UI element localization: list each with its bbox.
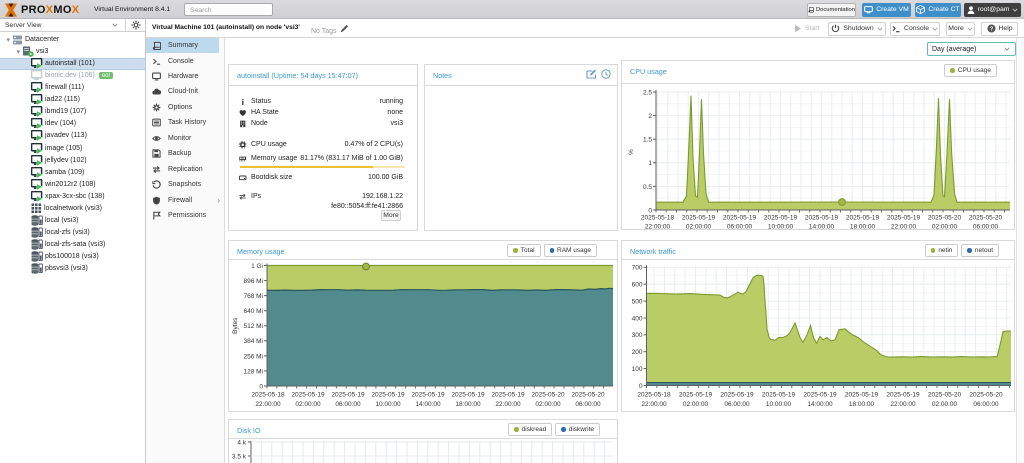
- svg-text:1 Gi: 1 Gi: [251, 263, 263, 270]
- svg-text:2025-05-20: 2025-05-20: [928, 215, 962, 222]
- svg-text:700: 700: [632, 265, 643, 272]
- svg-text:2025-05-18: 2025-05-18: [641, 215, 675, 222]
- svg-text:2025-05-19: 2025-05-19: [682, 215, 716, 222]
- svg-text:640 Mi: 640 Mi: [243, 308, 263, 315]
- svg-text:2025-05-19: 2025-05-19: [886, 392, 920, 399]
- svg-text:2025-05-19: 2025-05-19: [805, 215, 839, 222]
- svg-text:22:00:00: 22:00:00: [495, 401, 521, 408]
- svg-text:2: 2: [648, 113, 652, 120]
- svg-text:10:00:00: 10:00:00: [768, 224, 794, 231]
- svg-text:896 Mi: 896 Mi: [243, 278, 263, 285]
- svg-text:2025-05-19: 2025-05-19: [762, 392, 796, 399]
- svg-text:256 Mi: 256 Mi: [243, 353, 263, 360]
- svg-text:2025-05-19: 2025-05-19: [411, 392, 445, 399]
- svg-text:18:00:00: 18:00:00: [849, 401, 875, 408]
- svg-text:2025-05-19: 2025-05-19: [331, 392, 365, 399]
- svg-text:2025-05-20: 2025-05-20: [969, 392, 1003, 399]
- svg-text:%: %: [628, 149, 635, 155]
- svg-text:500: 500: [632, 299, 643, 306]
- svg-text:22:00:00: 22:00:00: [891, 224, 917, 231]
- svg-text:2025-05-19: 2025-05-19: [803, 392, 837, 399]
- svg-text:2025-05-19: 2025-05-19: [371, 392, 405, 399]
- svg-text:06:00:00: 06:00:00: [724, 401, 750, 408]
- svg-text:18:00:00: 18:00:00: [850, 224, 876, 231]
- svg-text:18:00:00: 18:00:00: [455, 401, 481, 408]
- svg-text:2025-05-19: 2025-05-19: [845, 392, 879, 399]
- svg-text:2025-05-18: 2025-05-18: [251, 392, 285, 399]
- svg-text:06:00:00: 06:00:00: [335, 401, 361, 408]
- svg-text:Bytes: Bytes: [232, 317, 239, 334]
- svg-text:2025-05-20: 2025-05-20: [969, 215, 1003, 222]
- svg-text:300: 300: [632, 332, 643, 339]
- svg-text:22:00:00: 22:00:00: [645, 224, 671, 231]
- svg-text:2025-05-20: 2025-05-20: [531, 392, 565, 399]
- svg-text:400: 400: [632, 315, 643, 322]
- svg-text:06:00:00: 06:00:00: [575, 401, 601, 408]
- svg-text:768 Mi: 768 Mi: [243, 293, 263, 300]
- svg-text:0.5: 0.5: [643, 184, 652, 191]
- svg-text:22:00:00: 22:00:00: [255, 401, 281, 408]
- svg-text:10:00:00: 10:00:00: [375, 401, 401, 408]
- svg-text:512 Mi: 512 Mi: [243, 323, 263, 330]
- svg-text:384 Mi: 384 Mi: [243, 338, 263, 345]
- svg-text:2025-05-19: 2025-05-19: [720, 392, 754, 399]
- svg-text:100: 100: [632, 366, 643, 373]
- svg-text:2025-05-19: 2025-05-19: [291, 392, 325, 399]
- svg-text:1: 1: [648, 160, 652, 167]
- svg-text:02:00:00: 02:00:00: [686, 224, 712, 231]
- svg-text:2025-05-20: 2025-05-20: [928, 392, 962, 399]
- svg-text:0: 0: [648, 207, 652, 214]
- svg-text:02:00:00: 02:00:00: [932, 401, 958, 408]
- svg-text:1.5: 1.5: [643, 137, 652, 144]
- svg-text:02:00:00: 02:00:00: [683, 401, 709, 408]
- svg-text:2025-05-20: 2025-05-20: [571, 392, 605, 399]
- svg-text:22:00:00: 22:00:00: [641, 401, 667, 408]
- svg-text:2025-05-19: 2025-05-19: [764, 215, 798, 222]
- svg-text:14:00:00: 14:00:00: [809, 224, 835, 231]
- svg-text:10:00:00: 10:00:00: [766, 401, 792, 408]
- svg-text:2025-05-19: 2025-05-19: [723, 215, 757, 222]
- svg-text:2.5: 2.5: [643, 89, 652, 96]
- svg-text:?: ?: [989, 27, 993, 33]
- svg-text:0: 0: [639, 383, 643, 390]
- svg-text:200: 200: [632, 349, 643, 356]
- svg-text:128 Mi: 128 Mi: [243, 368, 263, 375]
- svg-text:06:00:00: 06:00:00: [973, 401, 999, 408]
- svg-text:14:00:00: 14:00:00: [807, 401, 833, 408]
- svg-text:0: 0: [259, 383, 263, 390]
- svg-text:4 k: 4 k: [237, 440, 246, 447]
- svg-text:600: 600: [632, 282, 643, 289]
- svg-text:2025-05-19: 2025-05-19: [679, 392, 713, 399]
- svg-text:2025-05-19: 2025-05-19: [491, 392, 525, 399]
- svg-text:14:00:00: 14:00:00: [415, 401, 441, 408]
- svg-text:02:00:00: 02:00:00: [535, 401, 561, 408]
- svg-text:02:00:00: 02:00:00: [932, 224, 958, 231]
- svg-text:2025-05-18: 2025-05-18: [637, 392, 671, 399]
- svg-text:22:00:00: 22:00:00: [890, 401, 916, 408]
- svg-text:2025-05-19: 2025-05-19: [887, 215, 921, 222]
- svg-text:02:00:00: 02:00:00: [295, 401, 321, 408]
- svg-text:06:00:00: 06:00:00: [727, 224, 753, 231]
- svg-text:2025-05-19: 2025-05-19: [451, 392, 485, 399]
- svg-text:3.5 k: 3.5 k: [232, 454, 247, 461]
- svg-text:06:00:00: 06:00:00: [973, 224, 999, 231]
- svg-text:2025-05-19: 2025-05-19: [846, 215, 880, 222]
